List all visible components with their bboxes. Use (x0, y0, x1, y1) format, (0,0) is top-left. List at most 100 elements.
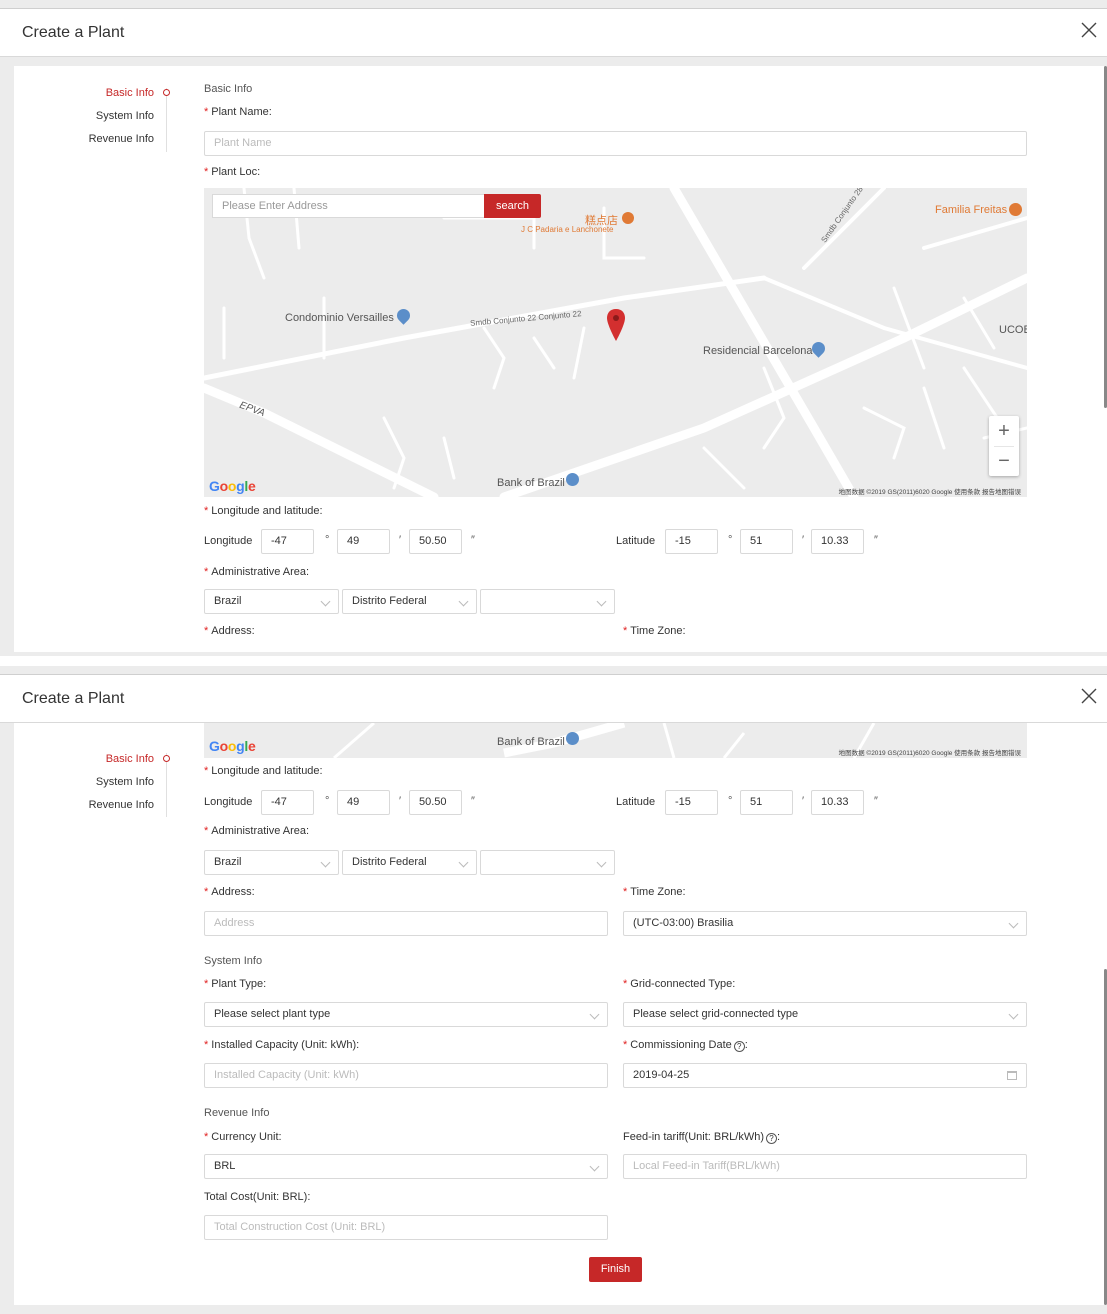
country-select[interactable]: Brazil (204, 850, 339, 875)
latitude-degrees-input[interactable]: -15 (665, 790, 718, 815)
longitude-seconds-input[interactable]: 50.50 (409, 529, 462, 554)
step-system-info[interactable]: System Info (96, 110, 154, 122)
close-icon[interactable] (1077, 684, 1101, 708)
poi-familia-icon (1009, 203, 1022, 216)
screenshot-gap (0, 656, 1107, 666)
time-zone-label: * Time Zone: (623, 625, 686, 637)
longitude-minutes-input[interactable]: 49 (337, 529, 390, 554)
zoom-out-button[interactable]: − (989, 446, 1019, 476)
state-value: Distrito Federal (352, 595, 427, 607)
longitude-minutes-input[interactable]: 49 (337, 790, 390, 815)
country-select[interactable]: Brazil (204, 589, 339, 614)
map-view[interactable]: Google Bank of Brazil 地图数据 ©2019 GS(2011… (204, 723, 1027, 758)
country-value: Brazil (214, 595, 242, 607)
poi-bank-of-brazil[interactable]: Bank of Brazil (497, 477, 565, 489)
currency-value: BRL (214, 1160, 236, 1172)
step-active-dot-icon (163, 755, 170, 762)
steps-line (166, 88, 167, 152)
state-select[interactable]: Distrito Federal (342, 589, 477, 614)
latitude-degrees-input[interactable]: -15 (665, 529, 718, 554)
total-cost-input[interactable]: Total Construction Cost (Unit: BRL) (204, 1215, 608, 1240)
chevron-down-icon (458, 596, 469, 607)
capacity-label: * Installed Capacity (Unit: kWh): (204, 1039, 360, 1051)
chevron-down-icon (596, 857, 607, 868)
currency-select[interactable]: BRL (204, 1154, 608, 1179)
map-zoom-control: + − (989, 416, 1019, 476)
min-symbol: ′ (802, 534, 805, 546)
map-marker-icon[interactable] (607, 309, 625, 341)
time-zone-select[interactable]: (UTC-03:00) Brasilia (623, 911, 1027, 936)
longitude-degrees-input[interactable]: -47 (261, 529, 314, 554)
chevron-down-icon (320, 857, 331, 868)
latitude-seconds-input[interactable]: 10.33 (811, 529, 864, 554)
poi-residencial-barcelona[interactable]: Residencial Barcelona (703, 345, 812, 357)
plant-type-label: * Plant Type: (204, 978, 267, 990)
latitude-label: Latitude (616, 796, 656, 808)
form-panel: Basic Info System Info Revenue Info Basi… (14, 66, 1107, 652)
step-basic-info[interactable]: Basic Info (106, 87, 154, 99)
plant-name-input[interactable]: Plant Name (204, 131, 1027, 156)
deg-symbol: ° (325, 534, 330, 546)
map-attribution[interactable]: 地图数据 ©2019 GS(2011)6020 Google 使用条款 报告地图… (839, 486, 1021, 496)
map-search-input[interactable]: Please Enter Address (212, 194, 485, 218)
poi-condominio-versailles[interactable]: Condominio Versailles (285, 312, 394, 324)
address-label: * Address: (204, 625, 255, 637)
map-attribution[interactable]: 地图数据 ©2019 GS(2011)6020 Google 使用条款 报告地图… (839, 747, 1021, 757)
step-revenue-info[interactable]: Revenue Info (89, 133, 154, 145)
dialog-screenshot-top: Create a Plant Basic Info System Info Re… (0, 0, 1107, 656)
dialog-screenshot-bottom: Create a Plant Basic Info System Info Re… (0, 666, 1107, 1314)
step-revenue-info[interactable]: Revenue Info (89, 799, 154, 811)
section-revenue-info: Revenue Info (204, 1107, 270, 1119)
poi-familia-freitas[interactable]: Familia Freitas (935, 204, 1007, 216)
chevron-down-icon (596, 596, 607, 607)
longitude-seconds-input[interactable]: 50.50 (409, 790, 462, 815)
city-select[interactable] (480, 850, 615, 875)
close-icon[interactable] (1077, 18, 1101, 42)
help-icon[interactable]: ? (766, 1133, 778, 1144)
form-panel: Basic Info System Info Revenue Info Goog… (14, 723, 1107, 1305)
dialog-header: Create a Plant (0, 675, 1107, 723)
commissioning-date-picker[interactable]: 2019-04-25 (623, 1063, 1027, 1088)
poi-bank-icon (566, 473, 579, 486)
map-view[interactable]: Please Enter Address search 糕点店 J C Pada… (204, 188, 1027, 497)
sec-symbol: ″ (874, 534, 878, 546)
sec-symbol: ″ (471, 795, 475, 807)
step-basic-info[interactable]: Basic Info (106, 753, 154, 765)
poi-ucob[interactable]: UCOB (999, 324, 1027, 336)
poi-bank-icon (566, 732, 579, 745)
admin-area-label: * Administrative Area: (204, 825, 310, 837)
deg-symbol: ° (325, 795, 330, 807)
lnglat-label: * Longitude and latitude: (204, 505, 323, 517)
tariff-input[interactable]: Local Feed-in Tariff(BRL/kWh) (623, 1154, 1027, 1179)
grid-type-label: * Grid-connected Type: (623, 978, 736, 990)
step-active-dot-icon (163, 89, 170, 96)
city-select[interactable] (480, 589, 615, 614)
grid-type-select[interactable]: Please select grid-connected type (623, 1002, 1027, 1027)
commissioning-date-value: 2019-04-25 (633, 1069, 690, 1081)
capacity-input[interactable]: Installed Capacity (Unit: kWh) (204, 1063, 608, 1088)
step-system-info[interactable]: System Info (96, 776, 154, 788)
address-input[interactable]: Address (204, 911, 608, 936)
chevron-down-icon (1008, 918, 1019, 929)
help-icon[interactable]: ? (733, 1041, 745, 1052)
longitude-degrees-input[interactable]: -47 (261, 790, 314, 815)
deg-symbol: ° (728, 795, 733, 807)
finish-button[interactable]: Finish (589, 1257, 642, 1282)
latitude-minutes-input[interactable]: 51 (740, 790, 793, 815)
latitude-seconds-input[interactable]: 10.33 (811, 790, 864, 815)
address-label: * Address: (204, 886, 255, 898)
poi-bank-of-brazil[interactable]: Bank of Brazil (497, 736, 565, 748)
min-symbol: ′ (802, 795, 805, 807)
zoom-in-button[interactable]: + (989, 416, 1019, 446)
time-zone-label: * Time Zone: (623, 886, 686, 898)
plant-type-select[interactable]: Please select plant type (204, 1002, 608, 1027)
state-select[interactable]: Distrito Federal (342, 850, 477, 875)
section-basic-info: Basic Info (204, 83, 253, 95)
dialog-title: Create a Plant (22, 24, 125, 41)
time-zone-value: (UTC-03:00) Brasilia (633, 917, 734, 929)
latitude-minutes-input[interactable]: 51 (740, 529, 793, 554)
map-search-button[interactable]: search (484, 194, 541, 218)
lnglat-label: * Longitude and latitude: (204, 765, 323, 777)
chevron-down-icon (589, 1161, 600, 1172)
steps-line (166, 753, 167, 817)
